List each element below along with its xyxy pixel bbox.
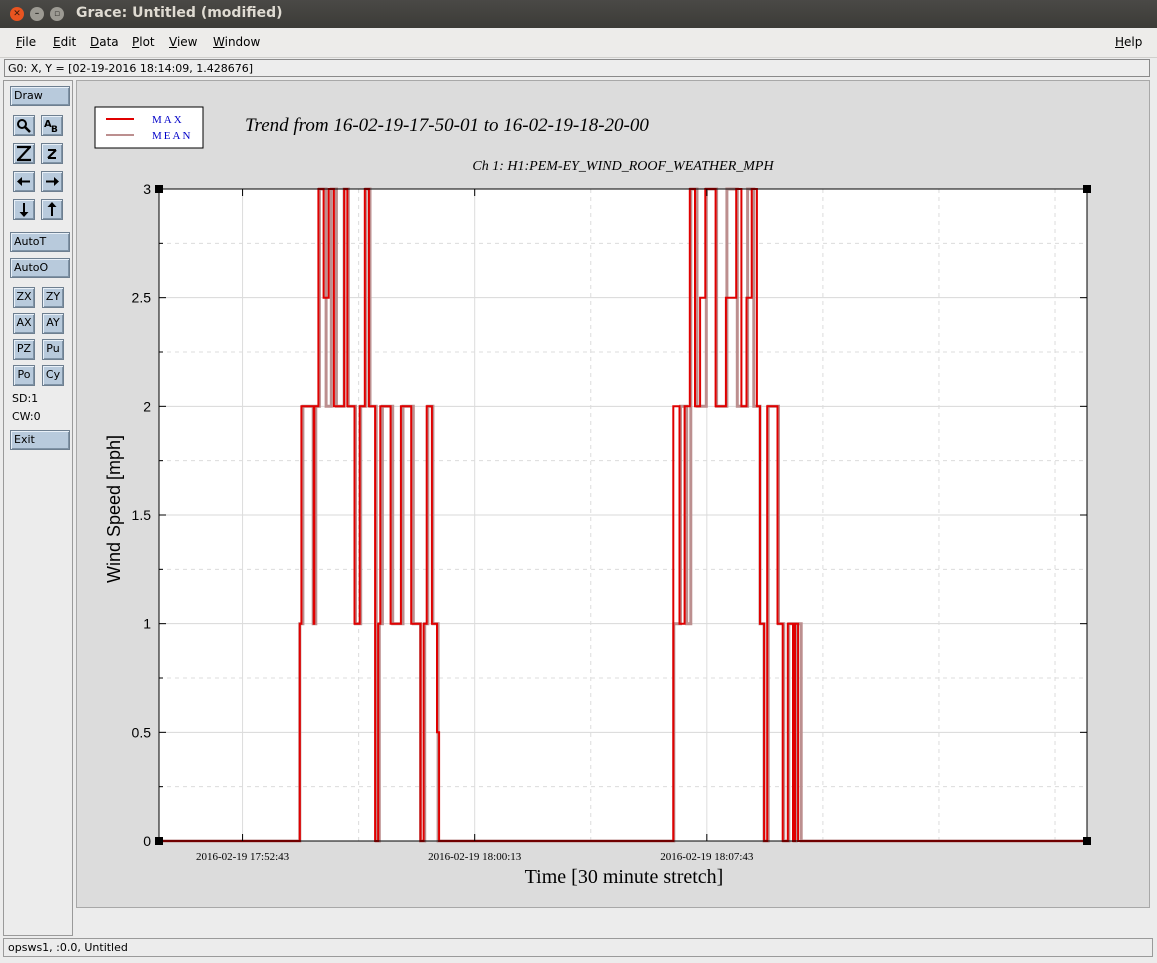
y-tick-label: 0 [143, 833, 151, 849]
close-window-button[interactable]: ✕ [10, 7, 24, 21]
legend-max-label: MAX [152, 114, 184, 126]
arrow-up-icon [47, 202, 57, 216]
arrow-left-icon [17, 177, 30, 186]
exit-button[interactable]: Exit [10, 430, 70, 450]
autoscale-x-button[interactable]: AX [13, 313, 35, 334]
autoscale-y-button[interactable]: AY [42, 313, 64, 334]
autoscale-button[interactable]: AutoO [10, 258, 70, 278]
cycle-button[interactable]: Cy [42, 365, 64, 386]
x-tick-label: 2016-02-19 17:52:43 [196, 851, 290, 863]
y-tick-label: 2.5 [132, 290, 152, 306]
legend-mean-label: MEAN [152, 130, 192, 142]
window-title: Grace: Untitled (modified) [76, 5, 283, 21]
scroll-up-button[interactable] [41, 199, 63, 220]
scroll-left-button[interactable] [13, 171, 35, 192]
x-tick-label: 2016-02-19 18:00:13 [428, 851, 522, 863]
text-button[interactable]: AB [41, 115, 63, 136]
status-bar: opsws1, :0.0, Untitled [3, 938, 1153, 957]
minimize-window-button[interactable]: – [30, 7, 44, 21]
push-zoom-button[interactable]: PZ [13, 339, 35, 360]
chart-title: Trend from 16-02-19-17-50-01 to 16-02-19… [245, 115, 649, 136]
chart-subtitle: Ch 1: H1:PEM-EY_WIND_ROOF_WEATHER_MPH [472, 159, 774, 174]
zoom-y-button[interactable]: ZY [42, 287, 64, 308]
zoom-x-button[interactable]: ZX [13, 287, 35, 308]
zoom-icon [17, 119, 31, 133]
x-axis-label: Time [30 minute stretch] [525, 866, 724, 888]
pop-button[interactable]: Po [13, 365, 35, 386]
menu-plot[interactable]: Plot [132, 35, 155, 49]
y-tick-label: 1.5 [132, 507, 152, 523]
push-button[interactable]: Pu [42, 339, 64, 360]
legend[interactable]: MAX MEAN [94, 106, 204, 149]
scroll-down-button[interactable] [13, 199, 35, 220]
menu-data[interactable]: Data [90, 35, 119, 49]
y-tick-label: 3 [143, 181, 151, 197]
menu-window[interactable]: Window [213, 35, 260, 49]
maximize-window-button[interactable]: ▫ [50, 7, 64, 21]
scroll-right-button[interactable] [41, 171, 63, 192]
menu-bar: File Edit Data Plot View Window Help [0, 28, 1157, 58]
menu-view[interactable]: View [169, 35, 197, 49]
zoom-button[interactable] [13, 115, 35, 136]
window-titlebar: ✕ – ▫ Grace: Untitled (modified) [0, 0, 1157, 28]
draw-button[interactable]: Draw [10, 86, 70, 106]
x-tick-label: 2016-02-19 18:07:43 [660, 851, 754, 863]
stack-depth-label: SD:1 [12, 392, 39, 405]
plot-canvas[interactable]: 0 0.5 1 1.5 2 2.5 3 2016-02-19 17:52:43 2016-02… [76, 80, 1150, 908]
y-tick-label: 0.5 [132, 724, 152, 740]
menu-file[interactable]: File [16, 35, 36, 49]
zoom-in-button[interactable] [13, 143, 35, 164]
y-tick-label: 1 [143, 616, 151, 632]
tool-panel: Draw AB AutoT AutoO ZX ZY AX AY PZ Pu Po… [3, 80, 73, 936]
zoom-out-icon [47, 149, 57, 159]
y-tick-label: 2 [143, 398, 151, 414]
arrow-right-icon [46, 177, 59, 186]
menu-help[interactable]: Help [1115, 35, 1142, 49]
locator-display: G0: X, Y = [02-19-2016 18:14:09, 1.42867… [4, 59, 1150, 77]
arrow-down-icon [19, 203, 29, 217]
plot-svg[interactable]: 0 0.5 1 1.5 2 2.5 3 2016-02-19 17:52:43 2016-02… [77, 81, 1149, 907]
zoom-in-icon [17, 145, 31, 162]
text-icon: AB [44, 119, 58, 135]
menu-edit[interactable]: Edit [53, 35, 76, 49]
svg-text:B: B [51, 125, 58, 135]
current-world-label: CW:0 [12, 410, 41, 423]
autoscale-ticks-button[interactable]: AutoT [10, 232, 70, 252]
zoom-out-button[interactable] [41, 143, 63, 164]
y-axis-label: Wind Speed [mph] [104, 435, 124, 583]
